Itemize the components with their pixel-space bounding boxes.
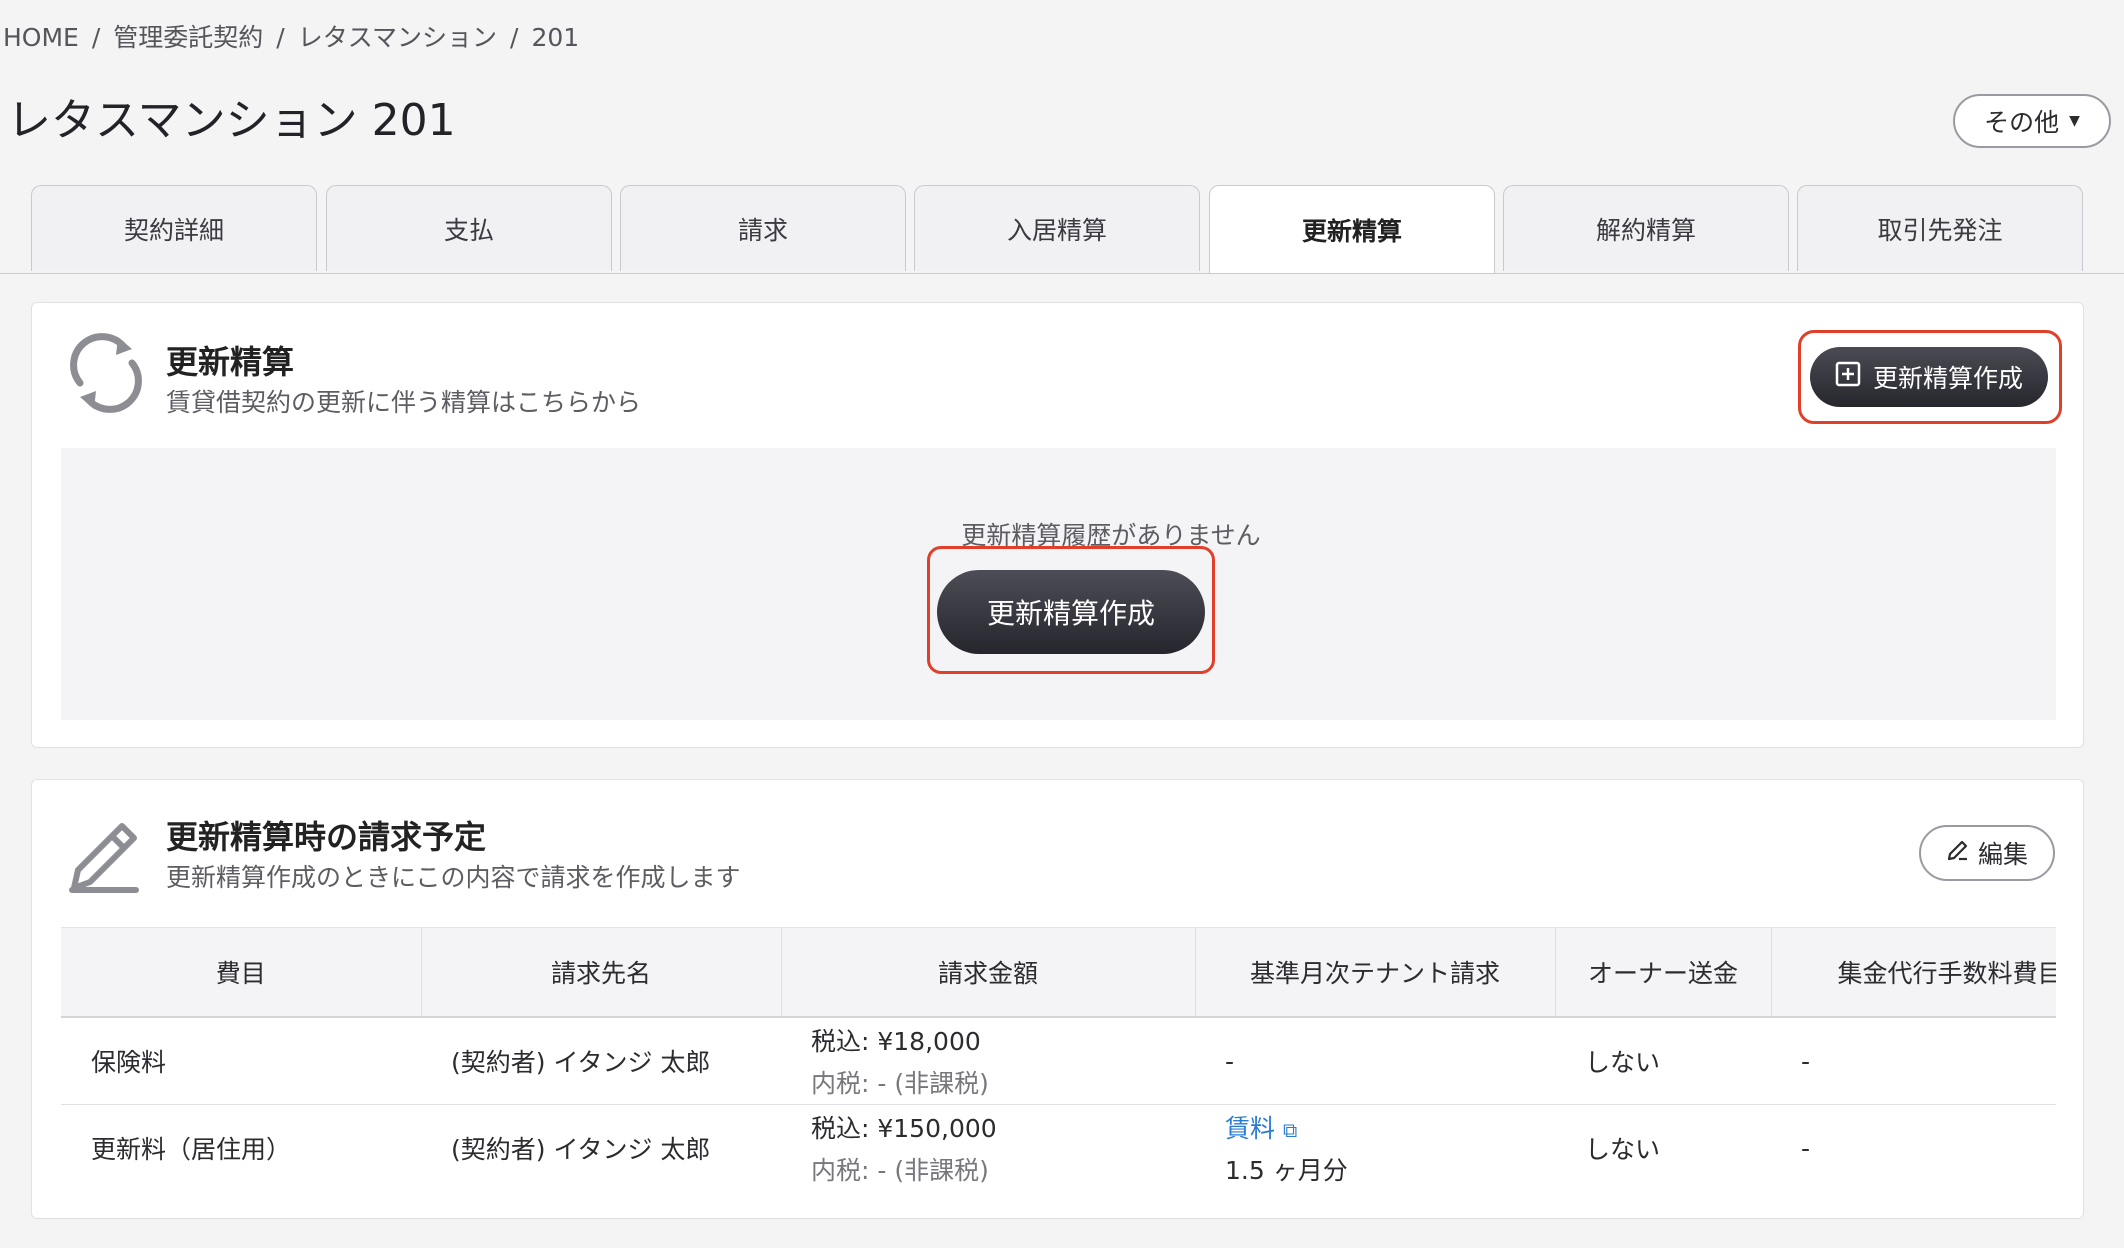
caret-down-icon: ▼ — [2069, 113, 2080, 129]
column-header: オーナー送金 — [1554, 927, 1771, 1018]
tab-renewal-settlement[interactable]: 更新精算 — [1209, 185, 1495, 273]
other-menu-label: その他 — [1984, 108, 2060, 137]
refresh-icon — [66, 333, 146, 417]
empty-state: 更新精算履歴がありません 更新精算作成 — [61, 448, 2056, 720]
breadcrumb-management-contract[interactable]: 管理委託契約 — [113, 23, 263, 52]
external-link-icon: ⧉ — [1283, 1118, 1298, 1142]
billing-plan-card: 更新精算時の請求予定 更新精算作成のときにこの内容で請求を作成します 編集 費目… — [31, 779, 2084, 1219]
billing-section-subtitle: 更新精算作成のときにこの内容で請求を作成します — [166, 863, 741, 892]
breadcrumb-room: 201 — [531, 23, 580, 52]
cell-item: 更新料（居住用） — [61, 1104, 421, 1189]
breadcrumb-home[interactable]: HOME — [3, 23, 79, 52]
billing-table-container[interactable]: 費目 請求先名 請求金額 基準月次テナント請求 オーナー送金 集金代行手数料費目… — [61, 927, 2056, 1189]
breadcrumb-building[interactable]: レタスマンション — [298, 23, 497, 52]
table-row: 更新料（居住用） (契約者) イタンジ 太郎 税込: ¥150,000 内税: … — [61, 1104, 2056, 1189]
breadcrumb-separator: / — [510, 23, 519, 52]
rent-link[interactable]: 賃料 ⧉ — [1225, 1109, 1555, 1145]
tab-billing[interactable]: 請求 — [620, 185, 906, 271]
cell-fee-item: - — [1771, 1017, 2056, 1105]
renewal-section-subtitle: 賃貸借契約の更新に伴う精算はこちらから — [166, 388, 642, 417]
breadcrumb: HOME / 管理委託契約 / レタスマンション / 201 — [3, 18, 579, 54]
column-header: 請求先名 — [420, 927, 781, 1018]
column-header: 集金代行手数料費目 — [1770, 927, 2056, 1018]
plus-square-icon — [1835, 361, 1861, 393]
page-title: レタスマンション 201 — [7, 95, 456, 146]
tab-move-in-settlement[interactable]: 入居精算 — [914, 185, 1200, 271]
table-row: 保険料 (契約者) イタンジ 太郎 税込: ¥18,000 内税: - (非課税… — [61, 1017, 2056, 1105]
billing-table: 費目 請求先名 請求金額 基準月次テナント請求 オーナー送金 集金代行手数料費目… — [61, 927, 2056, 1189]
cell-item: 保険料 — [61, 1017, 421, 1105]
edit-pencil-icon — [1946, 838, 1970, 868]
tab-payment[interactable]: 支払 — [326, 185, 612, 271]
create-renewal-label: 更新精算作成 — [1872, 364, 2023, 393]
other-menu-button[interactable]: その他 ▼ — [1953, 94, 2111, 148]
column-header: 請求金額 — [780, 927, 1195, 1018]
amount-incl-tax: 税込: ¥18,000 — [811, 1027, 981, 1056]
edit-label: 編集 — [1977, 840, 2028, 869]
column-header: 費目 — [61, 927, 421, 1018]
tab-contract-details[interactable]: 契約詳細 — [31, 185, 317, 271]
cell-base-monthly: 賃料 ⧉ 1.5 ヶ月分 — [1195, 1104, 1555, 1189]
breadcrumb-separator: / — [276, 23, 285, 52]
cell-fee-item: - — [1771, 1104, 2056, 1189]
edit-button[interactable]: 編集 — [1919, 825, 2055, 881]
rent-link-label: 賃料 — [1225, 1114, 1276, 1143]
table-header-row: 費目 請求先名 請求金額 基準月次テナント請求 オーナー送金 集金代行手数料費目 — [61, 927, 2056, 1018]
cell-payee: (契約者) イタンジ 太郎 — [421, 1104, 781, 1189]
billing-section-title: 更新精算時の請求予定 — [166, 818, 487, 856]
amount-tax-detail: 内税: - (非課税) — [811, 1069, 989, 1098]
cell-owner-remit: しない — [1555, 1017, 1771, 1105]
pencil-icon — [66, 818, 142, 898]
empty-create-renewal-button[interactable]: 更新精算作成 — [937, 570, 1205, 654]
tab-vendor-orders[interactable]: 取引先発注 — [1797, 185, 2083, 271]
cell-base-monthly: - — [1195, 1017, 1555, 1105]
renewal-section-title: 更新精算 — [166, 343, 295, 381]
tab-termination-settlement[interactable]: 解約精算 — [1503, 185, 1789, 271]
cell-amount: 税込: ¥150,000 内税: - (非課税) — [781, 1104, 1195, 1189]
amount-tax-detail: 内税: - (非課税) — [811, 1156, 989, 1185]
renewal-settlement-card: 更新精算 賃貸借契約の更新に伴う精算はこちらから 更新精算作成 更新精算履歴があ… — [31, 302, 2084, 748]
breadcrumb-separator: / — [91, 23, 101, 52]
column-header: 基準月次テナント請求 — [1194, 927, 1555, 1018]
amount-incl-tax: 税込: ¥150,000 — [811, 1114, 997, 1143]
cell-payee: (契約者) イタンジ 太郎 — [421, 1017, 781, 1105]
base-monthly-note: 1.5 ヶ月分 — [1225, 1156, 1348, 1185]
cell-owner-remit: しない — [1555, 1104, 1771, 1189]
cell-amount: 税込: ¥18,000 内税: - (非課税) — [781, 1017, 1195, 1105]
create-renewal-button[interactable]: 更新精算作成 — [1810, 347, 2048, 407]
tab-bar: 契約詳細 支払 請求 入居精算 更新精算 解約精算 取引先発注 — [0, 185, 2124, 274]
